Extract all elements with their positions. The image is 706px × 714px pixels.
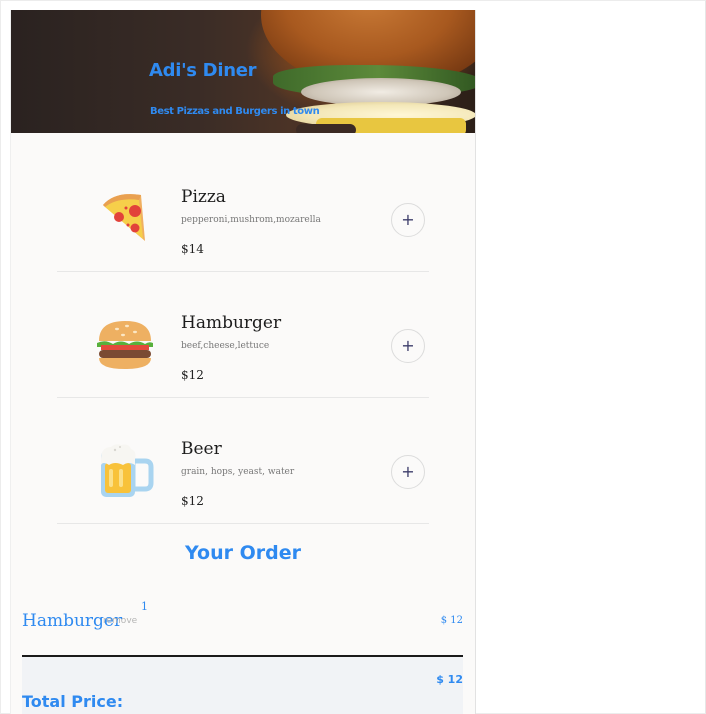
order-line-price: $ 12 <box>440 615 463 626</box>
order-total: $ 12 Total Price: <box>22 655 463 714</box>
menu-item-hamburger: Hamburger beef,cheese,lettuce $12 + <box>57 271 429 398</box>
menu-item-pizza: Pizza pepperoni,mushrom,mozarella $14 + <box>57 145 429 272</box>
menu-item-ingredients: pepperoni,mushrom,mozarella <box>181 215 321 225</box>
total-price-value: $ 12 <box>436 673 463 686</box>
burger-photo-patty <box>296 124 356 133</box>
hamburger-icon <box>97 321 153 369</box>
menu-item-ingredients: grain, hops, yeast, water <box>181 467 295 477</box>
menu-item-name: Hamburger <box>181 313 282 333</box>
add-beer-button[interactable]: + <box>391 455 425 489</box>
beer-icon <box>101 444 154 497</box>
menu-item-name: Pizza <box>181 187 226 207</box>
menu-item-beer: Beer grain, hops, yeast, water $12 + <box>57 397 429 524</box>
total-price-label: Total Price: <box>22 692 124 711</box>
menu-item-price: $12 <box>181 494 204 508</box>
hero-header: Adi's Diner Best Pizzas and Burgers in t… <box>11 10 475 133</box>
add-hamburger-button[interactable]: + <box>391 329 425 363</box>
pizza-icon <box>103 194 145 241</box>
order-heading: Your Order <box>185 542 301 564</box>
page-title: Adi's Diner <box>149 60 257 81</box>
add-pizza-button[interactable]: + <box>391 203 425 237</box>
order-line-quantity: 1 <box>141 600 148 613</box>
menu-item-price: $14 <box>181 242 204 256</box>
menu-item-ingredients: beef,cheese,lettuce <box>181 341 270 351</box>
remove-item-button[interactable]: remove <box>103 616 137 626</box>
page-subtitle: Best Pizzas and Burgers in town <box>150 106 320 117</box>
diner-app: Adi's Diner Best Pizzas and Burgers in t… <box>10 10 476 714</box>
menu-item-name: Beer <box>181 439 222 459</box>
menu-item-price: $12 <box>181 368 204 382</box>
